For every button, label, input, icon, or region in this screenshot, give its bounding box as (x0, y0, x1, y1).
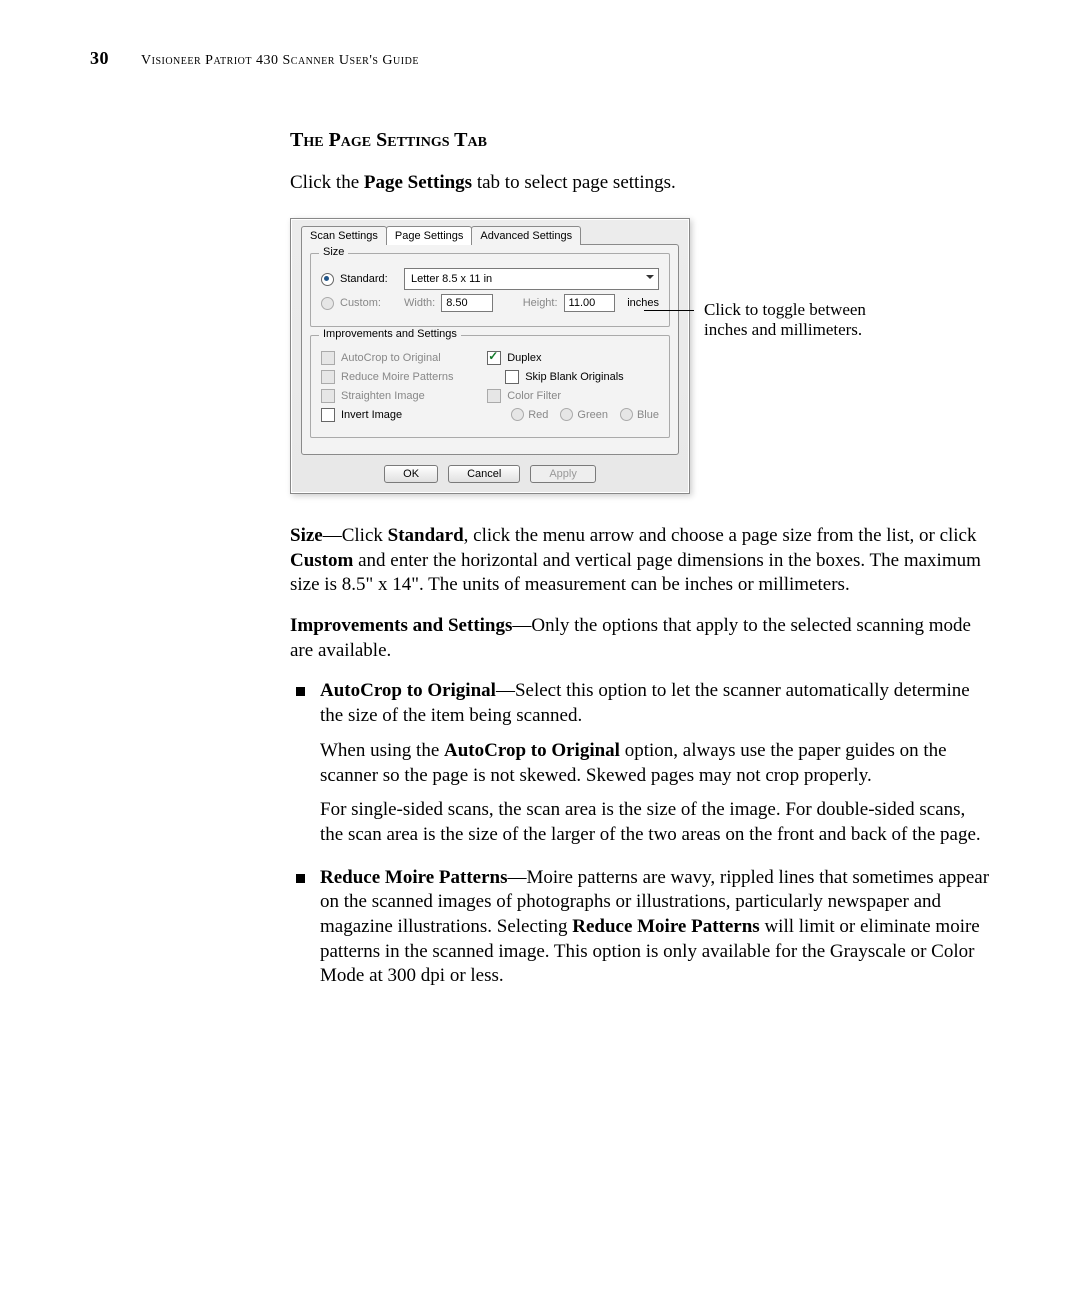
skip-blank-checkbox[interactable] (505, 370, 519, 384)
size-paragraph: Size—Click Standard, click the menu arro… (290, 524, 990, 598)
duplex-label: Duplex (507, 352, 541, 364)
autocrop-checkbox[interactable] (321, 351, 335, 365)
tab-page-settings[interactable]: Page Settings (386, 226, 473, 245)
duplex-checkbox[interactable] (487, 351, 501, 365)
intro-text: Click the Page Settings tab to select pa… (290, 172, 990, 194)
width-field[interactable]: 8.50 (441, 294, 493, 312)
height-field[interactable]: 11.00 (564, 294, 616, 312)
moire-checkbox[interactable] (321, 370, 335, 384)
bullet-autocrop: AutoCrop to Original—Select this option … (296, 679, 990, 847)
color-filter-label: Color Filter (507, 390, 561, 402)
blue-label: Blue (637, 409, 659, 421)
standard-radio[interactable] (321, 273, 334, 286)
size-legend: Size (319, 246, 348, 258)
green-radio[interactable] (560, 408, 573, 421)
bullet-autocrop-p3: For single-sided scans, the scan area is… (320, 798, 990, 847)
width-label: Width: (404, 297, 435, 309)
tab-advanced-settings[interactable]: Advanced Settings (471, 226, 581, 245)
improvements-legend: Improvements and Settings (319, 328, 461, 340)
standard-size-dropdown[interactable]: Letter 8.5 x 11 in (404, 268, 659, 290)
page-number: 30 (90, 48, 109, 68)
units-callout: Click to toggle between inches and milli… (704, 300, 874, 340)
color-filter-checkbox[interactable] (487, 389, 501, 403)
blue-radio[interactable] (620, 408, 633, 421)
bullet-autocrop-p2: When using the AutoCrop to Original opti… (320, 739, 990, 788)
improvements-paragraph: Improvements and Settings—Only the optio… (290, 614, 990, 663)
skip-blank-label: Skip Blank Originals (525, 371, 623, 383)
moire-label: Reduce Moire Patterns (341, 371, 454, 383)
invert-checkbox[interactable] (321, 408, 335, 422)
straighten-checkbox[interactable] (321, 389, 335, 403)
red-radio[interactable] (511, 408, 524, 421)
straighten-label: Straighten Image (341, 390, 425, 402)
custom-radio[interactable] (321, 297, 334, 310)
units-toggle[interactable]: inches (627, 297, 659, 309)
red-label: Red (528, 409, 548, 421)
height-label: Height: (523, 297, 558, 309)
custom-label: Custom: (340, 297, 398, 309)
cancel-button[interactable]: Cancel (448, 465, 520, 483)
autocrop-label: AutoCrop to Original (341, 352, 441, 364)
size-group: Size Standard: Letter 8.5 x 11 in Custom… (310, 253, 670, 327)
page-settings-dialog: Scan Settings Page Settings Advanced Set… (290, 218, 690, 494)
standard-label: Standard: (340, 273, 398, 285)
ok-button[interactable]: OK (384, 465, 438, 483)
section-title: The Page Settings Tab (290, 129, 990, 152)
invert-label: Invert Image (341, 409, 402, 421)
tab-scan-settings[interactable]: Scan Settings (301, 226, 387, 245)
green-label: Green (577, 409, 608, 421)
apply-button[interactable]: Apply (530, 465, 596, 483)
running-head-text: Visioneer Patriot 430 Scanner User's Gui… (141, 53, 419, 68)
bullet-moire: Reduce Moire Patterns—Moire patterns are… (296, 866, 990, 989)
running-head: 30 Visioneer Patriot 430 Scanner User's … (90, 48, 990, 69)
size-paragraph-text: —Click Standard, click the menu arrow an… (290, 525, 981, 595)
improvements-group: Improvements and Settings AutoCrop to Or… (310, 335, 670, 438)
